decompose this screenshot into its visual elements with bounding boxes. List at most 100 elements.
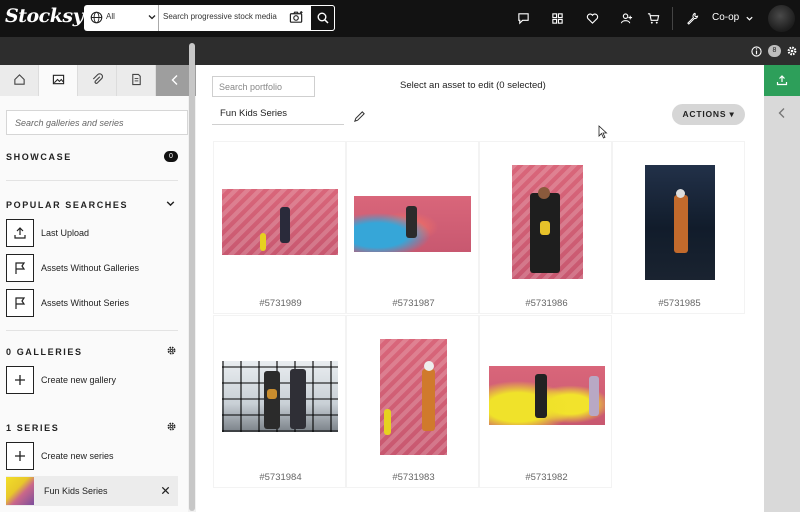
- upload-button[interactable]: [764, 65, 800, 96]
- create-gallery-button[interactable]: [6, 366, 34, 394]
- tab-attachments[interactable]: [78, 65, 117, 96]
- create-series-label[interactable]: Create new series: [41, 451, 114, 461]
- search-input[interactable]: Search progressive stock media: [163, 12, 277, 21]
- home-icon: [14, 74, 25, 85]
- assets-without-galleries-button[interactable]: [6, 254, 34, 282]
- galleries-heading: 0 GALLERIES: [6, 347, 83, 357]
- popular-searches-heading: POPULAR SEARCHES: [6, 200, 129, 210]
- asset-card[interactable]: #5731986: [479, 141, 612, 314]
- globe-icon: [90, 11, 103, 24]
- user-add-icon[interactable]: [620, 12, 633, 25]
- asset-thumbnail[interactable]: [354, 196, 471, 252]
- secondary-toolbar: 8: [0, 37, 800, 65]
- pencil-icon[interactable]: [353, 110, 366, 123]
- notification-badge[interactable]: 8: [768, 45, 781, 57]
- asset-id-label: #5731982: [525, 472, 568, 483]
- mouse-cursor-icon: [598, 125, 608, 139]
- chevron-down-icon[interactable]: [165, 198, 176, 209]
- tab-home[interactable]: [0, 65, 39, 96]
- asset-card[interactable]: #5731987: [346, 141, 479, 314]
- divider: [6, 330, 178, 331]
- paperclip-icon: [92, 73, 104, 84]
- close-icon[interactable]: [160, 485, 171, 496]
- plus-icon: [15, 375, 25, 385]
- gear-icon[interactable]: [166, 421, 177, 432]
- popular-search-label[interactable]: Last Upload: [41, 228, 89, 238]
- search-divider: [158, 5, 159, 31]
- document-icon: [132, 73, 141, 86]
- sidebar-scrollbar-thumb[interactable]: [189, 43, 195, 511]
- asset-card[interactable]: #5731989: [213, 141, 346, 314]
- global-search-bar: All Search progressive stock media: [84, 5, 335, 31]
- search-button[interactable]: [310, 5, 335, 31]
- account-menu[interactable]: Co-op: [712, 12, 739, 23]
- top-navigation-bar: Stocksy All Search progressive stock med…: [0, 0, 800, 37]
- gallery-search-input[interactable]: Search galleries and series: [6, 110, 188, 135]
- asset-card[interactable]: #5731983: [346, 315, 479, 488]
- asset-id-label: #5731983: [392, 472, 435, 483]
- asset-thumbnail[interactable]: [380, 339, 447, 455]
- asset-id-label: #5731986: [525, 298, 568, 309]
- asset-id-label: #5731989: [259, 298, 302, 309]
- series-thumbnail: [6, 477, 34, 505]
- selection-status: Select an asset to edit (0 selected): [400, 80, 546, 91]
- flag-icon: [15, 262, 26, 274]
- asset-id-label: #5731984: [259, 472, 302, 483]
- create-gallery-label[interactable]: Create new gallery: [41, 375, 116, 385]
- search-category-select[interactable]: All: [106, 12, 115, 21]
- series-name-field[interactable]: Fun Kids Series: [212, 105, 344, 125]
- asset-thumbnail[interactable]: [645, 165, 715, 280]
- info-icon[interactable]: [751, 46, 762, 57]
- left-sidebar: Search galleries and series SHOWCASE 0 P…: [0, 65, 196, 512]
- asset-card[interactable]: #5731982: [479, 315, 612, 488]
- portfolio-search-input[interactable]: Search portfolio: [212, 76, 315, 97]
- tab-documents[interactable]: [117, 65, 156, 96]
- asset-thumbnail[interactable]: [489, 366, 605, 425]
- chevron-left-icon[interactable]: [777, 107, 787, 119]
- series-heading: 1 SERIES: [6, 423, 60, 433]
- search-icon: [317, 12, 329, 24]
- asset-grid: #5731989 #5731987 #5731986 #5731985 #573…: [213, 141, 749, 497]
- assets-without-series-button[interactable]: [6, 289, 34, 317]
- chevron-down-icon[interactable]: [745, 14, 754, 23]
- chat-icon[interactable]: [517, 12, 530, 25]
- create-series-button[interactable]: [6, 442, 34, 470]
- popular-search-label[interactable]: Assets Without Galleries: [41, 263, 139, 273]
- asset-card[interactable]: #5731984: [213, 315, 346, 488]
- popular-search-label[interactable]: Assets Without Series: [41, 298, 129, 308]
- stocksy-logo[interactable]: Stocksy: [5, 5, 84, 27]
- upload-icon: [14, 227, 26, 239]
- nav-divider: [672, 7, 673, 30]
- sidebar-tabs: [0, 65, 196, 96]
- gear-icon[interactable]: [166, 345, 177, 356]
- heart-icon[interactable]: [586, 12, 599, 25]
- upload-icon: [776, 75, 788, 86]
- actions-dropdown-button[interactable]: ACTIONS ▾: [672, 104, 745, 125]
- chevron-down-icon[interactable]: [147, 12, 157, 22]
- asset-thumbnail[interactable]: [222, 189, 338, 255]
- divider: [6, 180, 178, 181]
- chevron-left-icon: [171, 75, 178, 85]
- plus-icon: [15, 451, 25, 461]
- cart-icon[interactable]: [647, 12, 660, 25]
- asset-thumbnail[interactable]: [222, 361, 338, 432]
- asset-id-label: #5731987: [392, 298, 435, 309]
- gear-icon[interactable]: [786, 45, 798, 57]
- tools-icon[interactable]: [686, 12, 699, 25]
- asset-id-label: #5731985: [658, 298, 701, 309]
- image-icon: [52, 74, 65, 85]
- flag-icon: [15, 297, 26, 309]
- right-panel: [764, 65, 800, 512]
- series-list-item[interactable]: Fun Kids Series: [6, 476, 178, 506]
- camera-search-icon[interactable]: [289, 10, 304, 25]
- tab-images[interactable]: [39, 65, 78, 96]
- avatar[interactable]: [768, 5, 795, 32]
- last-upload-button[interactable]: [6, 219, 34, 247]
- asset-thumbnail[interactable]: [512, 165, 583, 279]
- series-name: Fun Kids Series: [44, 486, 108, 496]
- showcase-heading: SHOWCASE: [6, 152, 72, 162]
- grid-icon[interactable]: [551, 12, 564, 25]
- asset-card[interactable]: #5731985: [612, 141, 745, 314]
- portfolio-main: Search portfolio Select an asset to edit…: [196, 65, 764, 512]
- showcase-count-badge: 0: [164, 151, 178, 162]
